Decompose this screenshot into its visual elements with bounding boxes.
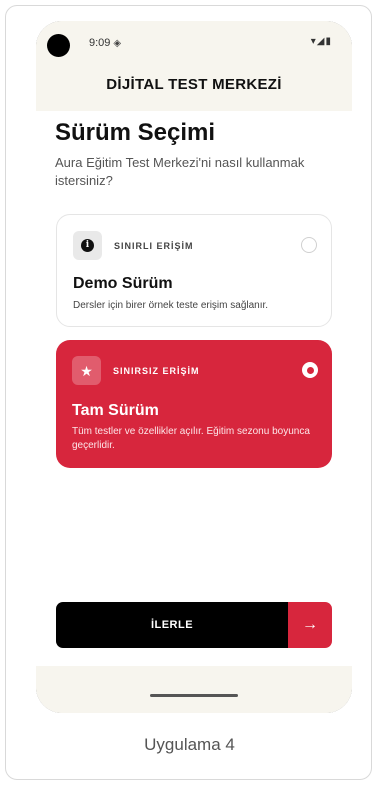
option-full-card[interactable]: ★ SINIRSIZ ERİŞİM Tam Sürüm Tüm testler … [56,340,332,468]
option-demo-radio[interactable] [301,237,317,253]
status-time-text: 9:09 [89,37,111,49]
bottom-bar [36,666,352,713]
proceed-button[interactable]: İLERLE → [56,602,332,648]
phone-frame: 9:09 ◈ ▾◢▮ DİJİTAL TEST MERKEZİ Sürüm Seç… [36,21,352,713]
option-full-description: Tüm testler ve özellikler açılır. Eğitim… [72,426,310,451]
status-icons: ▾◢▮ [311,36,332,47]
data-saver-icon: ◈ [113,38,122,49]
app-screen: 9:09 ◈ ▾◢▮ DİJİTAL TEST MERKEZİ Sürüm Seç… [36,21,352,713]
option-full-icon-box: ★ [72,356,101,385]
option-demo-card[interactable]: i SINIRLI ERİŞİM Demo Sürüm Dersler için… [56,214,332,327]
preview-caption: Uygulama 4 [144,735,235,754]
home-indicator[interactable] [150,694,238,697]
page-title: Sürüm Seçimi [55,119,216,146]
app-title: DİJİTAL TEST MERKEZİ [106,76,282,93]
battery-icon: ▮ [325,36,332,47]
star-icon: ★ [80,362,93,379]
status-time: 9:09 ◈ [89,37,121,49]
option-full-tag: SINIRSIZ ERİŞİM [113,366,200,376]
option-demo-description: Dersler için birer örnek teste erişim sa… [73,300,269,311]
option-demo-tag: SINIRLI ERİŞİM [114,241,194,251]
info-icon: i [81,239,94,252]
camera-cutout [47,34,70,57]
page-subtitle: Aura Eğitim Test Merkezi'ni nasıl kullan… [55,155,305,188]
option-demo-name: Demo Sürüm [73,275,173,292]
proceed-button-label[interactable]: İLERLE [56,602,288,648]
option-full-name: Tam Sürüm [72,402,159,419]
top-bar: 9:09 ◈ ▾◢▮ DİJİTAL TEST MERKEZİ [36,21,352,111]
option-full-radio[interactable] [302,362,318,378]
option-demo-icon-box: i [73,231,102,260]
arrow-right-icon[interactable]: → [288,602,332,648]
radio-selected-dot [306,366,314,374]
